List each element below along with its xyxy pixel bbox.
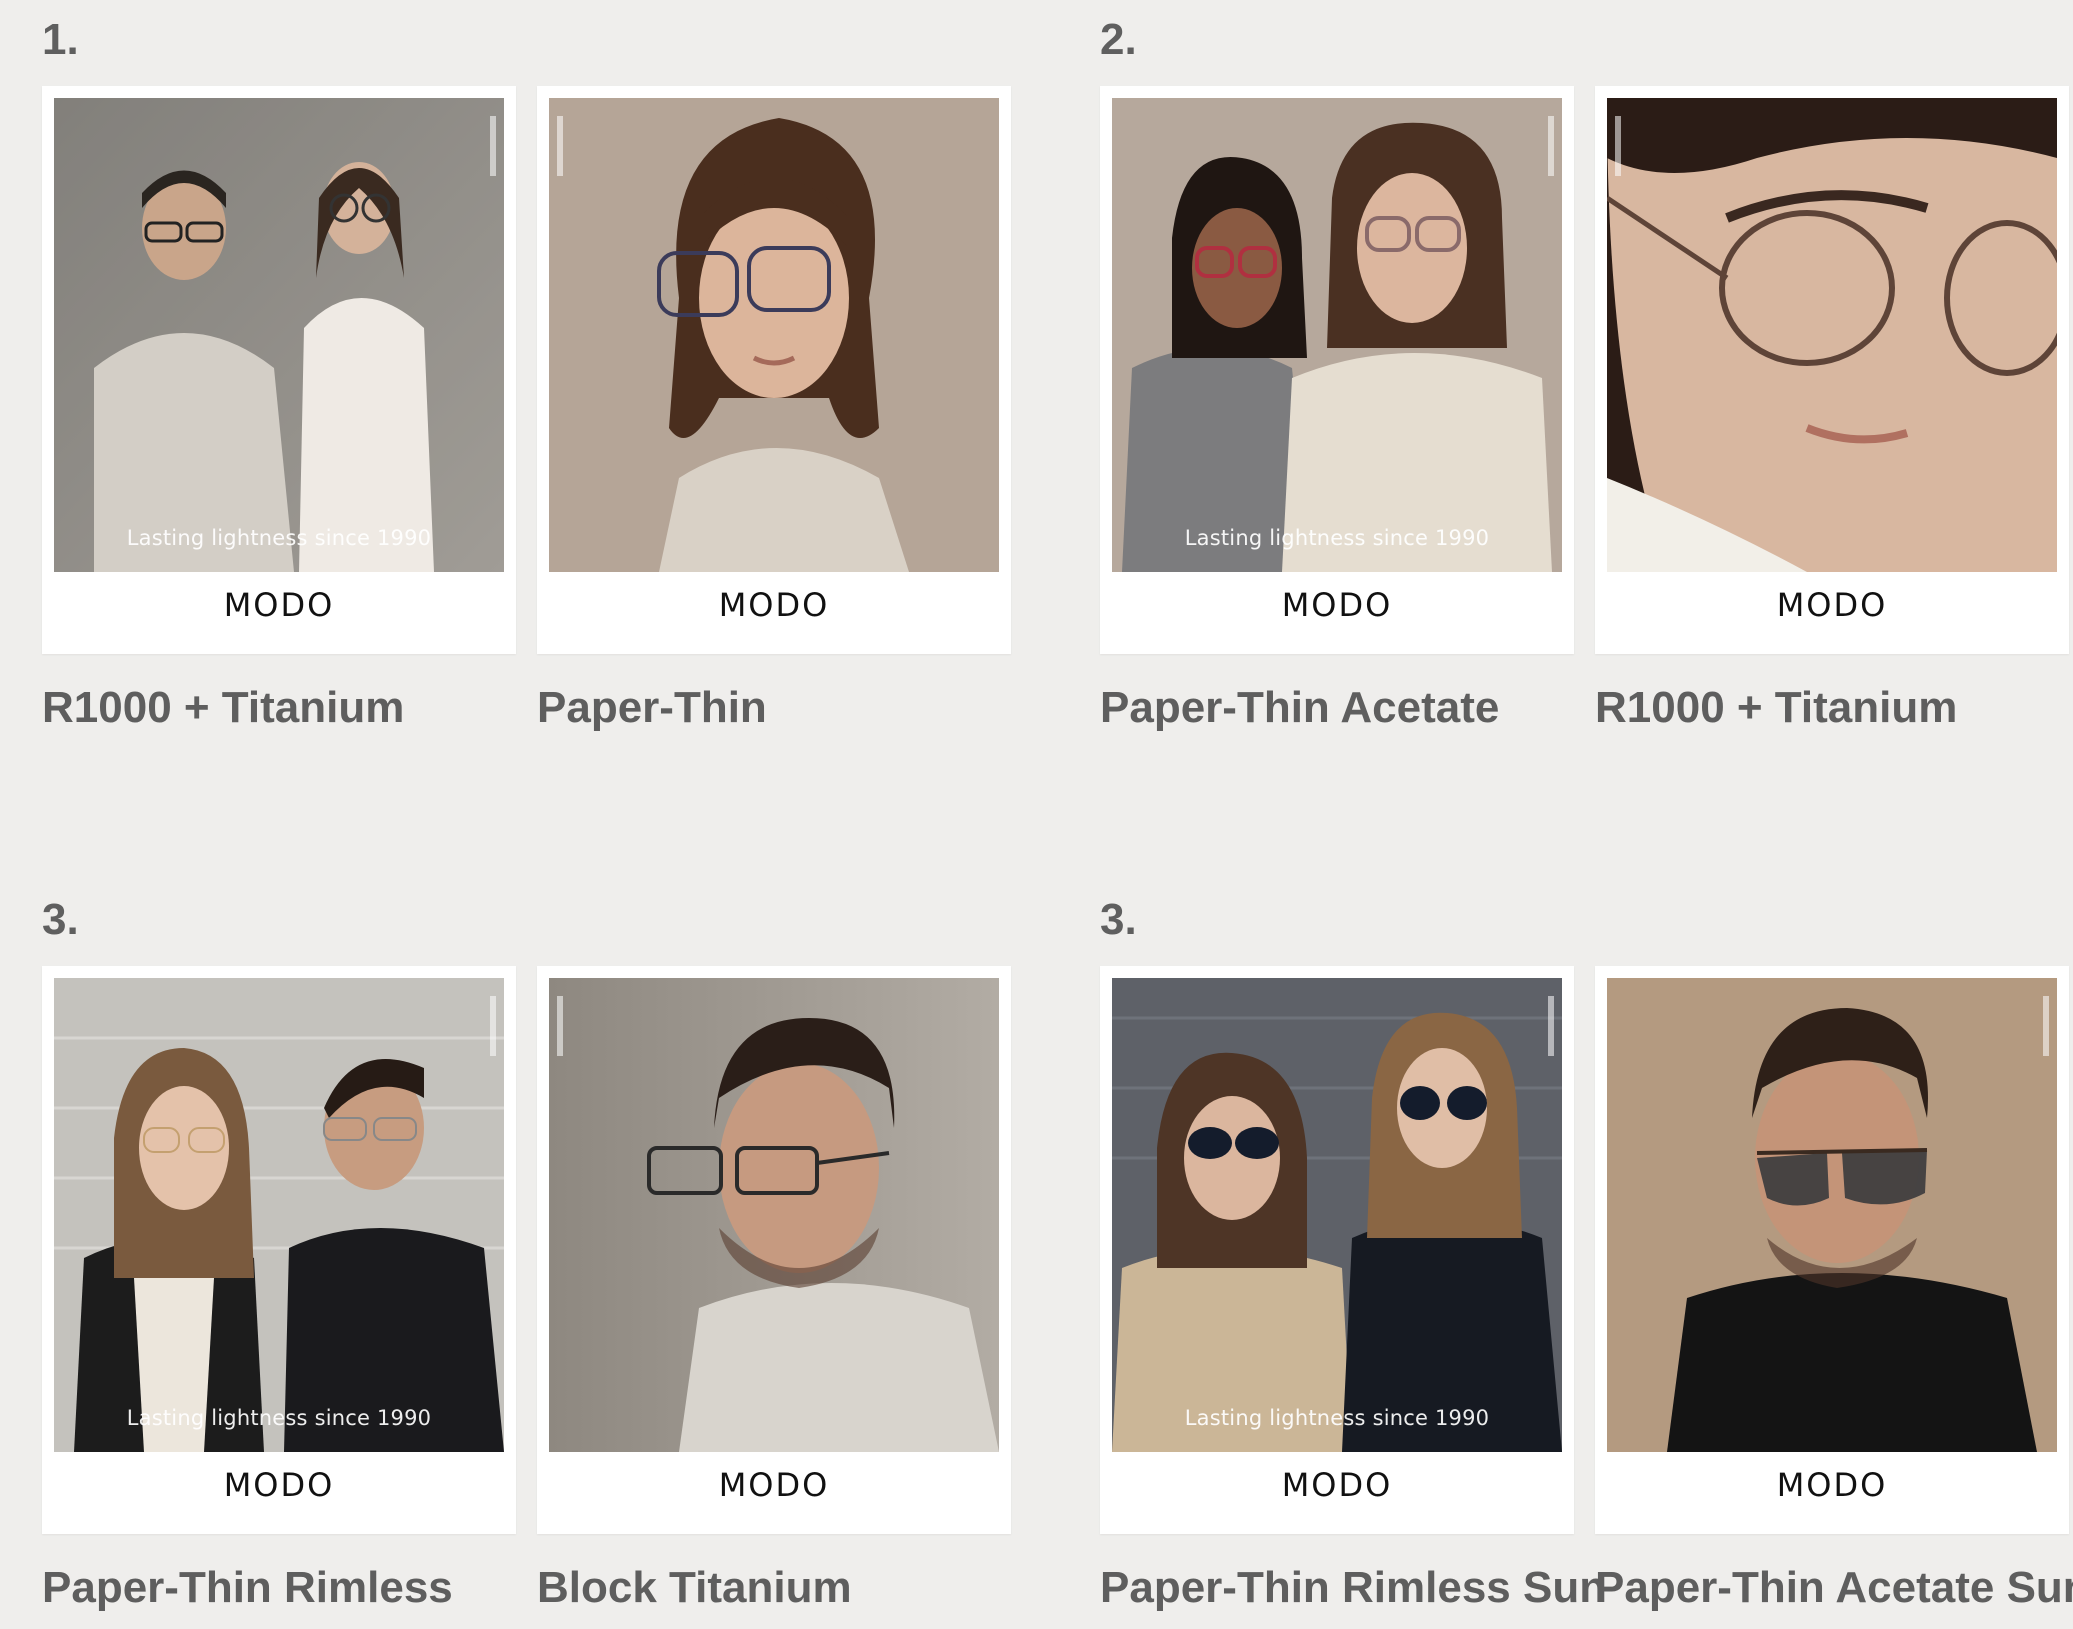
product-photo: Lasting lightness since 1990: [54, 978, 504, 1452]
product-photo: Lasting lightness since 1990: [1112, 98, 1562, 572]
photo-side-mark: [2043, 996, 2049, 1056]
brand-logo: MODO: [1776, 586, 1888, 624]
photo-side-mark: [1548, 996, 1554, 1056]
product-card-paper-thin-acetate-sun[interactable]: MODO: [1595, 966, 2069, 1534]
product-card-paper-thin[interactable]: MODO: [537, 86, 1011, 654]
photo-side-mark: [1615, 116, 1621, 176]
photo-tagline: Lasting lightness since 1990: [1184, 1406, 1490, 1430]
brand-logo: MODO: [1776, 1466, 1888, 1504]
collection-label[interactable]: Paper-Thin Acetate Sun: [1595, 1566, 2073, 1610]
brand-logo: MODO: [223, 586, 335, 624]
collection-label[interactable]: Paper-Thin Rimless: [42, 1566, 453, 1610]
collection-label[interactable]: R1000 + Titanium: [1595, 686, 1957, 730]
couple-rimless-photo: [54, 978, 504, 1452]
woman-closeup-glasses-photo: [1607, 98, 2057, 572]
product-photo: Lasting lightness since 1990: [1112, 978, 1562, 1452]
photo-side-mark: [1548, 116, 1554, 176]
collection-label[interactable]: Block Titanium: [537, 1566, 852, 1610]
product-card-block-titanium[interactable]: MODO: [537, 966, 1011, 1534]
photo-side-mark: [557, 996, 563, 1056]
brand-logo: MODO: [718, 1466, 830, 1504]
woman-glasses-portrait: [549, 98, 999, 572]
collection-label[interactable]: R1000 + Titanium: [42, 686, 404, 730]
product-card-paper-thin-acetate[interactable]: Lasting lightness since 1990 MODO: [1100, 86, 1574, 654]
product-card-r1000-titanium[interactable]: Lasting lightness since 1990 MODO: [42, 86, 516, 654]
product-photo: [1607, 98, 2057, 572]
couple-glasses-photo: [54, 98, 504, 572]
product-card-paper-thin-rimless[interactable]: Lasting lightness since 1990 MODO: [42, 966, 516, 1534]
brand-logo: MODO: [1281, 1466, 1393, 1504]
group-number: 2.: [1100, 15, 1137, 64]
photo-side-mark: [490, 996, 496, 1056]
group-number: 1.: [42, 15, 79, 64]
product-photo: [549, 978, 999, 1452]
photo-tagline: Lasting lightness since 1990: [126, 1406, 432, 1430]
product-card-r1000-titanium-2[interactable]: MODO: [1595, 86, 2069, 654]
brand-logo: MODO: [223, 1466, 335, 1504]
man-sunglasses-portrait: [1607, 978, 2057, 1452]
photo-side-mark: [557, 116, 563, 176]
product-card-paper-thin-rimless-sun[interactable]: Lasting lightness since 1990 MODO: [1100, 966, 1574, 1534]
two-women-glasses-photo: [1112, 98, 1562, 572]
collection-label[interactable]: Paper-Thin: [537, 686, 767, 730]
product-photo: [549, 98, 999, 572]
brand-logo: MODO: [1281, 586, 1393, 624]
brand-logo: MODO: [718, 586, 830, 624]
product-photo: Lasting lightness since 1990: [54, 98, 504, 572]
photo-side-mark: [490, 116, 496, 176]
photo-tagline: Lasting lightness since 1990: [1184, 526, 1490, 550]
photo-tagline: Lasting lightness since 1990: [126, 526, 432, 550]
group-number: 3.: [1100, 895, 1137, 944]
product-photo: [1607, 978, 2057, 1452]
two-women-sunglasses-photo: [1112, 978, 1562, 1452]
man-glasses-portrait: [549, 978, 999, 1452]
group-number: 3.: [42, 895, 79, 944]
collection-label[interactable]: Paper-Thin Acetate: [1100, 686, 1499, 730]
collection-label[interactable]: Paper-Thin Rimless Sun: [1100, 1566, 1606, 1610]
